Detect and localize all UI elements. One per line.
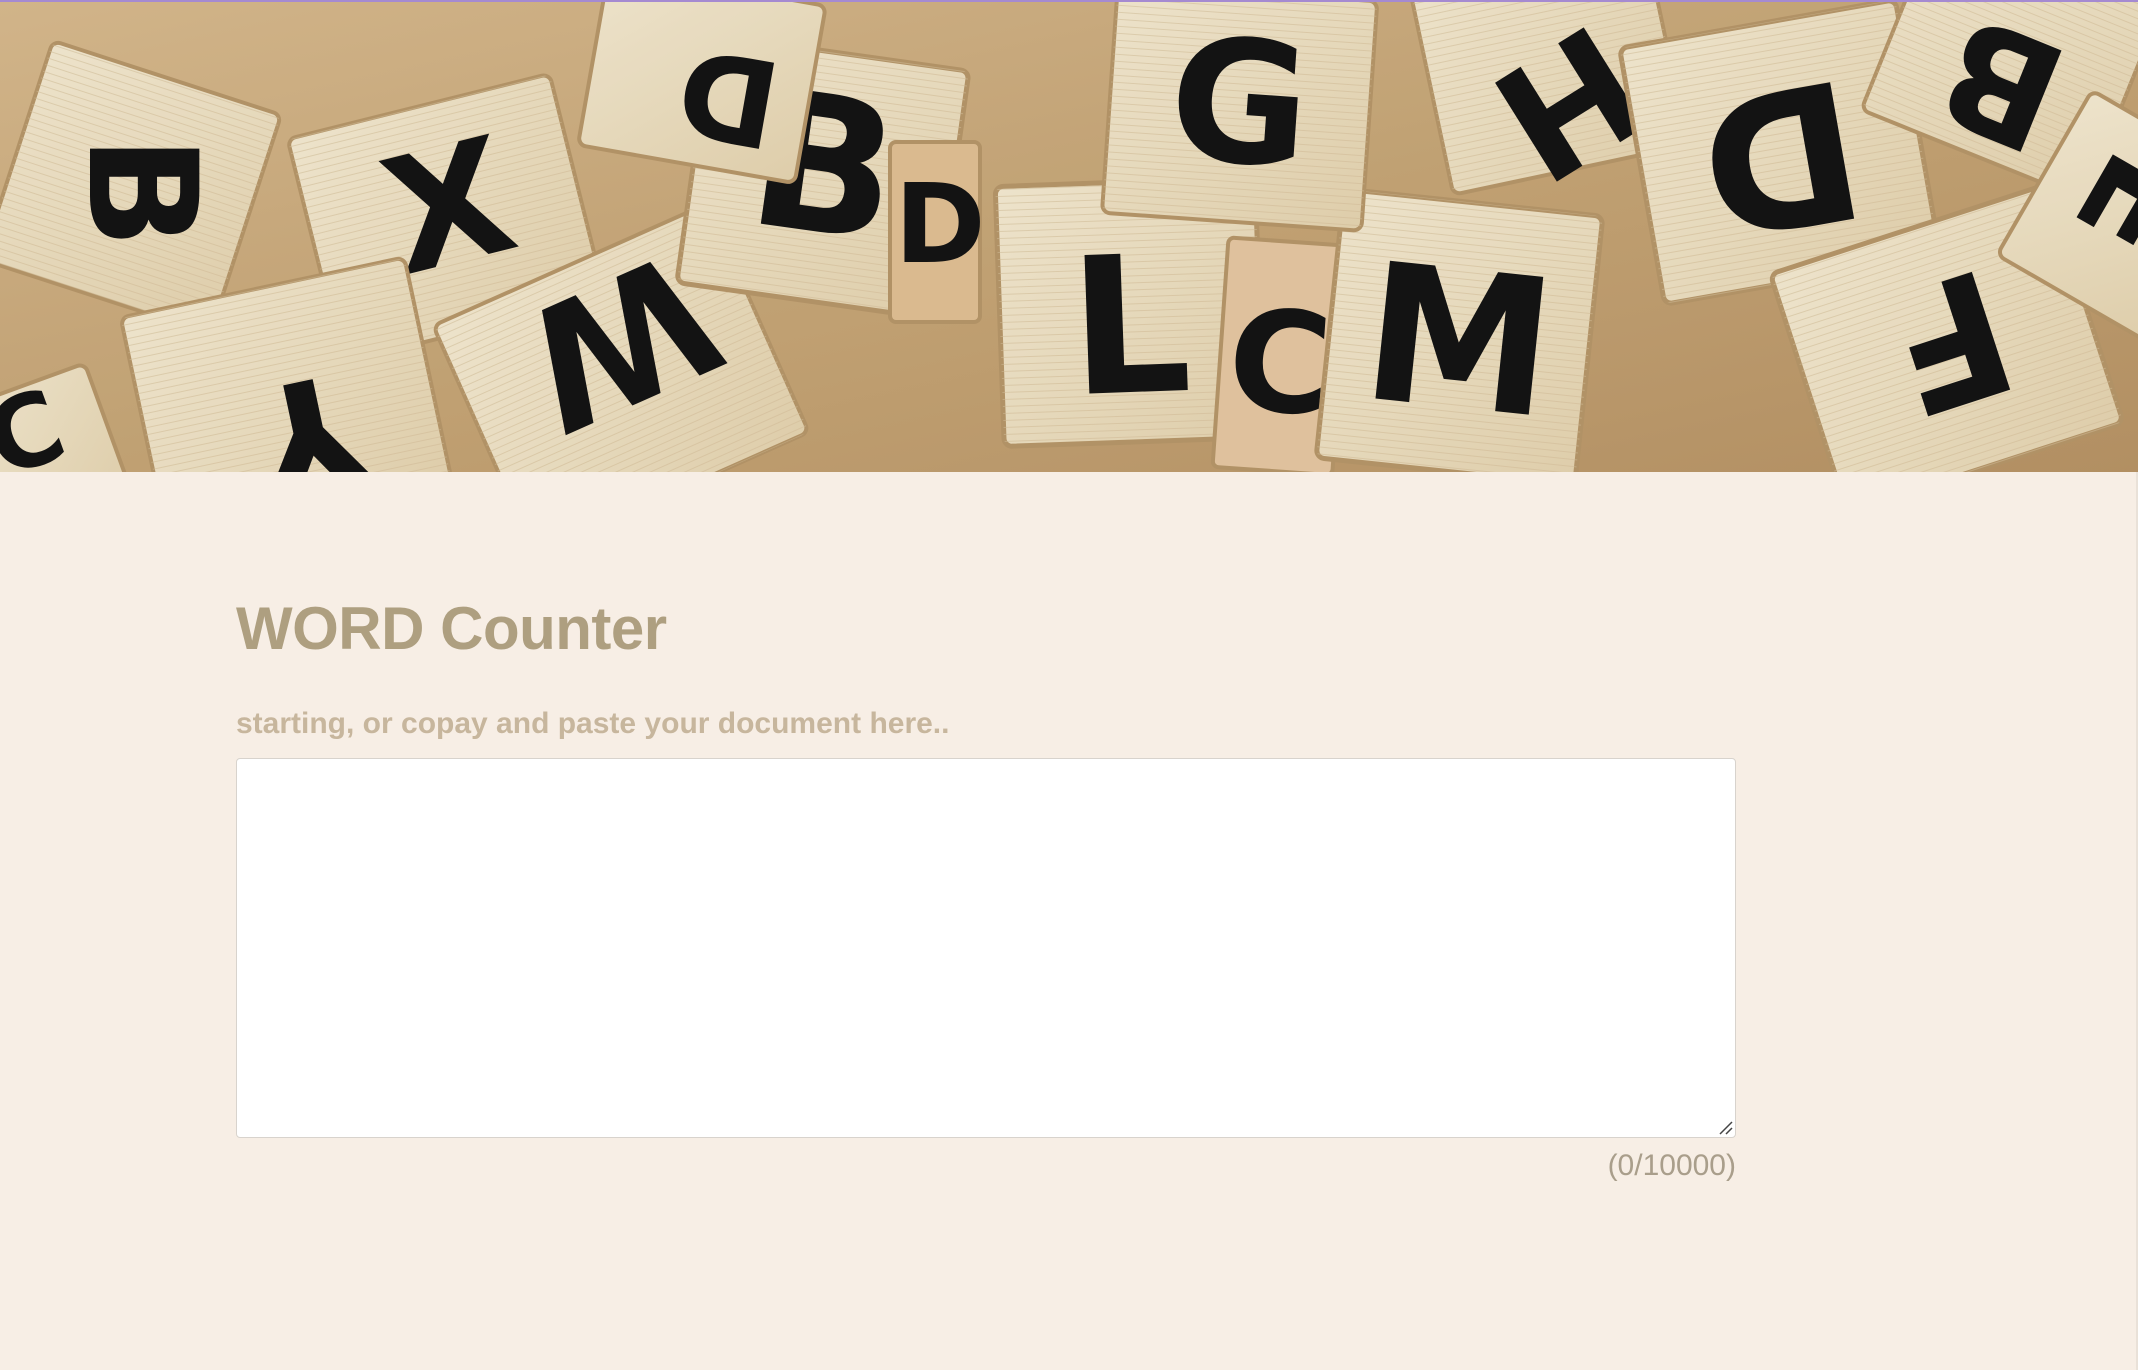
page-title: WORD Counter — [236, 595, 667, 662]
textarea-container — [236, 758, 1736, 1138]
document-textarea[interactable] — [236, 758, 1736, 1138]
resize-handle-icon[interactable] — [1717, 1119, 1733, 1135]
input-prompt-label: starting, or copay and paste your docume… — [236, 707, 950, 740]
page: B X W Y B L C M G H D B F E D D C WORD C… — [0, 0, 2138, 1370]
hero-banner: B X W Y B L C M G H D B F E D D C — [0, 0, 2138, 472]
character-counter: (0/10000) — [1607, 1149, 1736, 1182]
scrabble-tiles-image: B X W Y B L C M G H D B F E D D C — [0, 2, 2138, 472]
main-content: WORD Counter starting, or copay and past… — [236, 590, 1736, 1186]
